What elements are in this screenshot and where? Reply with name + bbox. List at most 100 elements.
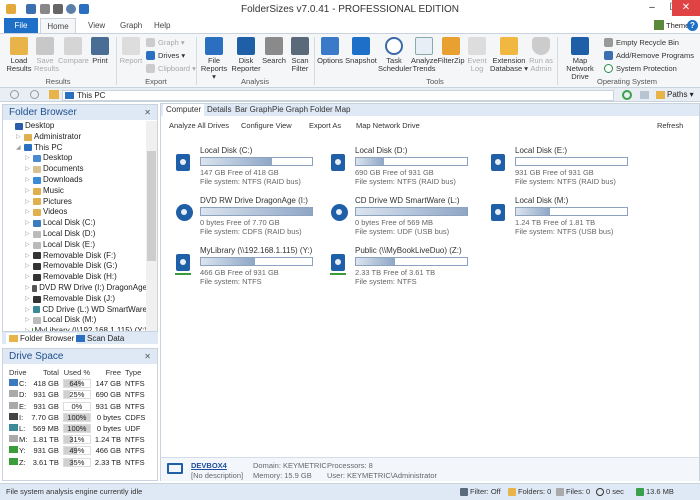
tree-item[interactable]: ▷ Administrator: [3, 132, 147, 143]
expand-arrow-icon[interactable]: ▷: [25, 240, 31, 251]
add-remove-programs-button[interactable]: Add/Remove Programs: [604, 51, 694, 60]
column-header[interactable]: Total: [29, 367, 61, 378]
help-icon[interactable]: ?: [687, 20, 698, 31]
expand-arrow-icon[interactable]: ▷: [25, 294, 31, 305]
filterzip-button[interactable]: FilterZip: [437, 37, 465, 65]
tree-item[interactable]: ▷ Pictures: [3, 197, 147, 208]
filter-status[interactable]: Filter: Off: [460, 487, 501, 496]
expand-arrow-icon[interactable]: ▷: [25, 175, 31, 186]
table-row[interactable]: Z: 3.61 TB 35% 2.33 TB NTFS: [7, 457, 147, 468]
tree-item[interactable]: ▷ Desktop: [3, 153, 147, 164]
tab-pie-graph[interactable]: Pie Graph: [269, 104, 311, 116]
tree-item[interactable]: ▷ Local Disk (D:): [3, 229, 147, 240]
scrollbar-thumb[interactable]: [147, 151, 156, 261]
expand-arrow-icon[interactable]: ▷: [16, 132, 22, 143]
tree-item[interactable]: ▷ Documents: [3, 164, 147, 175]
search-button[interactable]: Search: [262, 37, 286, 65]
tab-scan-data[interactable]: Scan Data: [76, 333, 124, 344]
report-button[interactable]: Report: [118, 37, 144, 65]
expand-arrow-icon[interactable]: ▷: [25, 186, 31, 197]
map-network-drive-link[interactable]: Map Network Drive: [356, 121, 420, 130]
tree-item[interactable]: ▷ CD Drive (L:) WD SmartWare: [3, 305, 147, 316]
drive-card[interactable]: Local Disk (D:) 690 GB Free of 931 GB Fi…: [331, 146, 481, 191]
computer-name-link[interactable]: DEVBOX4: [191, 461, 227, 470]
column-header[interactable]: Type: [123, 367, 147, 378]
tab-folder-browser[interactable]: Folder Browser: [6, 333, 78, 344]
disk-reporter-button[interactable]: Disk Reporter: [231, 37, 261, 73]
expand-arrow-icon[interactable]: ▷: [25, 229, 31, 240]
file-reports-button[interactable]: File Reports ▾: [199, 37, 229, 81]
tree-item[interactable]: Desktop: [3, 121, 147, 132]
table-row[interactable]: I: 7.70 GB 100% 0 bytes CDFS: [7, 412, 147, 423]
expand-arrow-icon[interactable]: ▷: [25, 197, 31, 208]
print-button[interactable]: Print: [89, 37, 111, 65]
clipboard-button[interactable]: Clipboard ▾: [146, 64, 196, 73]
drive-card[interactable]: MyLibrary (\\192.168.1.115) (Y:) 466 GB …: [175, 246, 326, 291]
minimize-button[interactable]: –: [640, 0, 664, 16]
expand-arrow-icon[interactable]: ▷: [25, 272, 31, 283]
tab-help[interactable]: Help: [146, 18, 178, 33]
expand-arrow-icon[interactable]: ▷: [25, 164, 31, 175]
expand-arrow-icon[interactable]: ▷: [25, 207, 31, 218]
refresh-icon[interactable]: [622, 90, 632, 100]
table-row[interactable]: M: 1.81 TB 31% 1.24 TB NTFS: [7, 434, 147, 445]
close-icon[interactable]: ✕: [144, 349, 151, 364]
tab-file[interactable]: File: [4, 18, 38, 33]
back-icon[interactable]: [10, 90, 19, 99]
tree-item[interactable]: ▷ Music: [3, 186, 147, 197]
graph-export-button[interactable]: Graph ▾: [146, 38, 185, 47]
drive-card[interactable]: Local Disk (C:) 147 GB Free of 418 GB Fi…: [176, 146, 326, 191]
table-row[interactable]: C: 418 GB 64% 147 GB NTFS: [7, 378, 147, 389]
export-as-button[interactable]: Export As: [309, 121, 341, 130]
expand-arrow-icon[interactable]: ▷: [25, 261, 31, 272]
column-header[interactable]: Free: [93, 367, 123, 378]
map-network-drive-button[interactable]: Map Network Drive: [559, 37, 601, 81]
paths-menu[interactable]: Paths ▾: [667, 90, 694, 99]
table-row[interactable]: E: 931 GB 0% 931 GB NTFS: [7, 401, 147, 412]
tab-home[interactable]: Home: [40, 18, 76, 33]
scrollbar[interactable]: [146, 121, 157, 331]
tree-item[interactable]: ▷ Removable Disk (J:): [3, 294, 147, 305]
expand-arrow-icon[interactable]: ▷: [25, 251, 31, 262]
calendar-icon[interactable]: [640, 91, 649, 99]
task-scheduler-button[interactable]: Task Scheduler: [378, 37, 412, 73]
snapshot-button[interactable]: Snapshot: [344, 37, 378, 65]
forward-icon[interactable]: [30, 90, 39, 99]
options-button[interactable]: Options: [316, 37, 344, 65]
table-row[interactable]: D: 931 GB 25% 690 GB NTFS: [7, 389, 147, 400]
drives-export-button[interactable]: Drives ▾: [146, 51, 185, 60]
run-as-admin-button[interactable]: Run as Admin: [528, 37, 554, 73]
expand-arrow-icon[interactable]: ▷: [25, 283, 30, 294]
table-row[interactable]: L: 569 MB 100% 0 bytes UDF: [7, 423, 147, 434]
column-header[interactable]: Used %: [61, 367, 93, 378]
close-button[interactable]: ✕: [672, 0, 700, 16]
empty-recycle-bin-button[interactable]: Empty Recycle Bin: [604, 38, 679, 47]
expand-arrow-icon[interactable]: ▷: [25, 218, 31, 229]
drive-card[interactable]: Local Disk (M:) 1.24 TB Free of 1.81 TB …: [491, 196, 641, 241]
tree-item[interactable]: ▷ Local Disk (C:): [3, 218, 147, 229]
tree-item[interactable]: ▷ DVD RW Drive (I:) DragonAge: [3, 283, 147, 294]
analyze-all-drives-button[interactable]: Analyze All Drives: [169, 121, 229, 130]
tab-folder-map[interactable]: Folder Map: [307, 104, 353, 116]
tab-graph[interactable]: Graph: [112, 18, 150, 33]
column-header[interactable]: Drive: [7, 367, 29, 378]
drive-card[interactable]: Public (\\MyBookLiveDuo) (Z:) 2.33 TB Fr…: [330, 246, 481, 291]
load-results-button[interactable]: Load Results: [4, 37, 34, 73]
tree-item[interactable]: ◢ This PC: [3, 143, 147, 154]
tree-item[interactable]: ▷ Videos: [3, 207, 147, 218]
expanded-arrow-icon[interactable]: ◢: [16, 143, 22, 154]
tree-item[interactable]: ▷ Removable Disk (H:): [3, 272, 147, 283]
compare-button[interactable]: Compare: [58, 37, 89, 65]
expand-arrow-icon[interactable]: ▷: [25, 315, 31, 326]
close-icon[interactable]: ✕: [144, 105, 151, 120]
up-folder-icon[interactable]: [49, 90, 59, 99]
refresh-button[interactable]: Refresh: [657, 121, 683, 130]
configure-view-button[interactable]: Configure View: [241, 121, 292, 130]
save-results-button[interactable]: Save Results: [34, 37, 59, 73]
system-protection-button[interactable]: System Protection: [604, 64, 677, 73]
tree-item[interactable]: ▷ Local Disk (M:): [3, 315, 147, 326]
extension-database-button[interactable]: Extension Database ▾: [490, 37, 528, 73]
address-input[interactable]: This PC: [62, 90, 614, 101]
tab-view[interactable]: View: [80, 18, 113, 33]
tree-item[interactable]: ▷ Downloads: [3, 175, 147, 186]
